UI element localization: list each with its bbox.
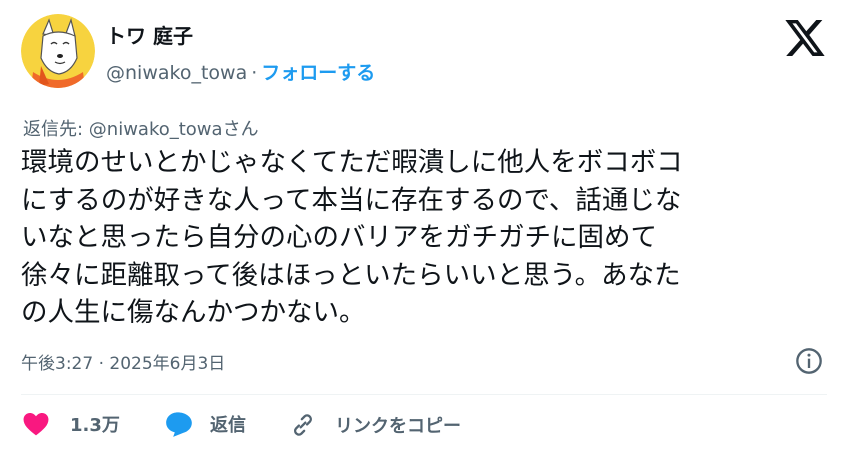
link-icon <box>294 414 312 436</box>
heart-icon <box>23 412 49 436</box>
like-count: 1.3万 <box>70 415 120 436</box>
divider <box>21 394 827 395</box>
display-name[interactable]: トワ 庭子 <box>106 20 193 49</box>
avatar[interactable] <box>21 14 95 88</box>
reply-to-label: 返信先: @niwako_towaさん <box>23 119 259 140</box>
x-logo-icon[interactable] <box>785 20 825 56</box>
copy-link-label: リンクをコピー <box>335 416 461 437</box>
separator: · <box>251 62 258 84</box>
copy-link-button[interactable]: リンクをコピー <box>289 411 461 439</box>
handle-row: @niwako_towa · フォローする <box>106 58 375 85</box>
tweet-text: 環境のせいとかじゃなくてただ暇潰しに他人をボコボコ にするのが好きな人って本当に… <box>21 147 683 329</box>
reply-label: 返信 <box>210 415 246 436</box>
follow-button[interactable]: フォローする <box>261 62 375 84</box>
info-icon[interactable] <box>795 347 823 375</box>
reply-button[interactable]: 返信 <box>165 411 246 437</box>
timestamp[interactable]: 午後3:27 · 2025年6月3日 <box>21 349 225 374</box>
avatar-image <box>21 14 95 88</box>
user-handle[interactable]: @niwako_towa <box>106 62 247 84</box>
reply-bubble-icon <box>166 412 192 437</box>
like-button[interactable]: 1.3万 <box>23 411 120 437</box>
